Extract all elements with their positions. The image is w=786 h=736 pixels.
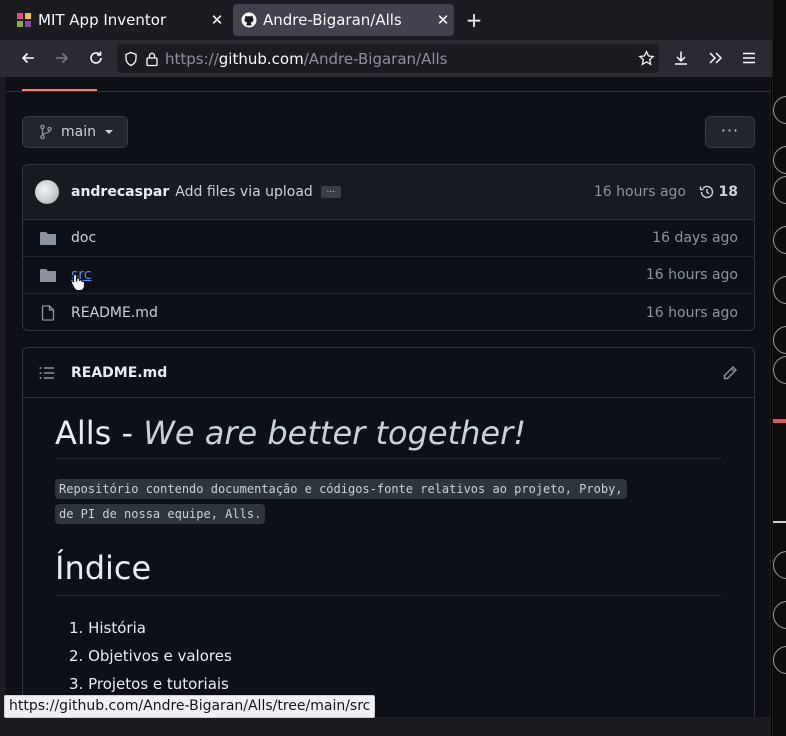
hamburger-menu-button[interactable]	[735, 44, 763, 72]
arrow-right-icon	[56, 52, 69, 64]
file-commit-time[interactable]: 16 hours ago	[646, 267, 738, 283]
pencil-edit-icon[interactable]	[722, 365, 738, 381]
avatar[interactable]	[35, 180, 59, 204]
downloads-button[interactable]	[667, 44, 695, 72]
hand-cursor-icon	[70, 273, 85, 291]
git-branch-icon	[40, 124, 52, 140]
back-button[interactable]	[14, 44, 42, 72]
decorative-circle	[773, 551, 786, 579]
lock-icon[interactable]	[145, 51, 159, 67]
kebab-horizontal-icon: ···	[720, 121, 740, 140]
file-commit-time[interactable]: 16 days ago	[652, 230, 738, 246]
url-text[interactable]: https://github.com/Andre-Bigaran/Alls	[165, 50, 448, 68]
readme-filename[interactable]: README.md	[71, 365, 167, 381]
decorative-circle	[773, 326, 786, 354]
mit-app-inventor-favicon	[17, 13, 31, 27]
page-content: main ··· andrecaspar Add files via uploa…	[6, 77, 770, 717]
tab-github-alls[interactable]: Andre-Bigaran/Alls ✕	[233, 4, 454, 36]
commit-history-link[interactable]: 18	[699, 184, 738, 200]
forward-button[interactable]	[48, 44, 76, 72]
reload-icon	[90, 51, 102, 64]
star-bookmark-icon[interactable]	[638, 50, 655, 67]
code-line: Repositório contendo documentação e códi…	[55, 479, 627, 499]
commit-author[interactable]: andrecaspar	[71, 184, 169, 200]
caret-down-icon	[104, 130, 113, 134]
accent-mark	[773, 419, 786, 423]
hamburger-menu-icon	[743, 52, 755, 64]
decorative-circle	[773, 146, 786, 174]
address-bar[interactable]: https://github.com/Andre-Bigaran/Alls	[117, 44, 659, 73]
tab-title: Andre-Bigaran/Alls	[263, 11, 402, 29]
list-item[interactable]: 2. Objetivos e valores	[69, 642, 722, 670]
browser-window: MIT App Inventor ✕ Andre-Bigaran/Alls ✕ …	[0, 0, 772, 736]
tab-strip: MIT App Inventor ✕ Andre-Bigaran/Alls ✕ …	[0, 0, 772, 40]
github-favicon	[241, 12, 257, 28]
readme-inline-code: Repositório contendo documentação e códi…	[55, 477, 722, 527]
close-tab-icon[interactable]: ✕	[432, 11, 454, 29]
file-commit-time[interactable]: 16 hours ago	[646, 305, 738, 321]
list-item[interactable]: 3. Projetos e tutoriais	[69, 670, 722, 698]
file-icon	[39, 304, 57, 321]
shield-icon[interactable]	[123, 51, 139, 67]
code-line: de PI de nossa equipe, Alls.	[55, 504, 266, 524]
download-icon	[675, 51, 687, 65]
readme-title-heading: Alls - We are better together!	[55, 414, 722, 459]
latest-commit-row: andrecaspar Add files via upload ... 16 …	[23, 165, 754, 220]
tab-mit-app-inventor[interactable]: MIT App Inventor ✕	[8, 4, 228, 36]
tab-title: MIT App Inventor	[38, 11, 167, 29]
list-unordered-icon[interactable]	[39, 366, 55, 380]
reload-button[interactable]	[82, 44, 110, 72]
overflow-menu-button[interactable]	[701, 44, 729, 72]
readme-body: Alls - We are better together! Repositór…	[23, 414, 754, 698]
arrow-left-icon	[21, 52, 34, 64]
decorative-circle	[773, 356, 786, 384]
history-icon	[699, 185, 713, 199]
branch-selector-button[interactable]: main	[22, 116, 128, 148]
decorative-circle	[773, 176, 786, 204]
readme-header: README.md	[23, 348, 754, 398]
decorative-circle	[773, 96, 786, 124]
readme-title-emphasis: We are better together!	[143, 414, 527, 452]
commit-count: 18	[718, 184, 738, 200]
file-name[interactable]: doc	[71, 230, 96, 246]
commit-message[interactable]: Add files via upload	[175, 184, 313, 200]
decorative-circle	[773, 226, 786, 254]
branch-name: main	[61, 124, 96, 140]
table-row[interactable]: src 16 hours ago	[23, 257, 754, 294]
folder-icon	[39, 230, 57, 246]
table-row[interactable]: README.md 16 hours ago	[23, 294, 754, 330]
chevron-double-right-icon	[709, 52, 723, 64]
commit-time[interactable]: 16 hours ago	[594, 184, 686, 200]
repo-nav-divider	[6, 91, 770, 92]
decorative-circle	[773, 646, 786, 674]
readme-panel: README.md Alls - We are better together!…	[22, 347, 755, 717]
new-tab-button[interactable]: +	[463, 7, 485, 33]
background-window-edge	[773, 0, 786, 736]
decorative-circle	[773, 276, 786, 304]
index-heading: Índice	[55, 549, 722, 596]
navigation-bar: https://github.com/Andre-Bigaran/Alls	[0, 40, 772, 77]
file-table: andrecaspar Add files via upload ... 16 …	[22, 164, 755, 331]
file-name[interactable]: README.md	[71, 305, 158, 321]
active-tab-underline	[22, 89, 97, 91]
decorative-circle	[773, 601, 786, 629]
list-item[interactable]: 1. História	[69, 614, 722, 642]
more-options-button[interactable]: ···	[705, 116, 755, 148]
divider	[773, 521, 786, 523]
folder-icon	[39, 267, 57, 283]
table-row[interactable]: doc 16 days ago	[23, 220, 754, 257]
index-list: 1. História 2. Objetivos e valores 3. Pr…	[55, 614, 722, 698]
status-bar-link-preview: https://github.com/Andre-Bigaran/Alls/tr…	[4, 695, 376, 718]
close-tab-icon[interactable]: ✕	[206, 11, 228, 29]
commit-expand-button[interactable]: ...	[320, 186, 341, 198]
